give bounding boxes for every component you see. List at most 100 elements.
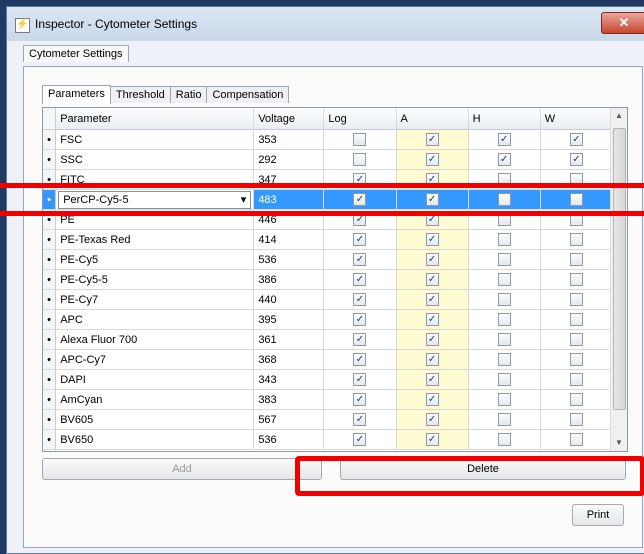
tab-ratio[interactable]: Ratio	[169, 86, 208, 103]
cell-voltage[interactable]: 343	[253, 369, 325, 390]
log-checkbox[interactable]: ✓	[353, 313, 367, 326]
h-checkbox[interactable]	[497, 233, 511, 246]
a-checkbox[interactable]: ✓	[425, 253, 439, 266]
w-checkbox[interactable]	[569, 253, 583, 266]
cell-parameter[interactable]: SSC	[55, 149, 255, 170]
h-checkbox[interactable]	[497, 353, 511, 366]
scroll-down-arrow-icon[interactable]: ▼	[611, 435, 627, 451]
table-row[interactable]: • APC-Cy7 368 ✓ ✓	[43, 349, 614, 370]
a-checkbox[interactable]: ✓	[425, 373, 439, 386]
cell-parameter[interactable]: FSC	[55, 129, 255, 150]
a-checkbox[interactable]: ✓	[425, 353, 439, 366]
row-header-marker[interactable]: •	[43, 209, 57, 230]
cell-parameter[interactable]: AmCyan	[55, 389, 255, 410]
cell-voltage[interactable]: 483	[253, 189, 325, 210]
a-checkbox[interactable]: ✓	[425, 133, 439, 146]
table-row[interactable]: • PE 446 ✓ ✓	[43, 209, 614, 230]
a-checkbox[interactable]: ✓	[425, 193, 439, 206]
dropdown-arrow-icon[interactable]: ▾	[241, 193, 247, 206]
cell-voltage[interactable]: 395	[253, 309, 325, 330]
log-checkbox[interactable]: ✓	[353, 393, 367, 406]
a-checkbox[interactable]: ✓	[425, 233, 439, 246]
cell-parameter[interactable]: PE	[55, 209, 255, 230]
row-header-marker[interactable]: •	[43, 129, 57, 150]
table-row[interactable]: • SSC 292 ✓ ✓ ✓	[43, 149, 614, 170]
log-checkbox[interactable]	[353, 153, 367, 166]
row-header-marker[interactable]: •	[43, 189, 57, 210]
w-checkbox[interactable]	[569, 393, 583, 406]
cell-parameter[interactable]: PE-Cy5	[55, 249, 255, 270]
h-checkbox[interactable]	[497, 213, 511, 226]
cell-voltage[interactable]: 361	[253, 329, 325, 350]
w-checkbox[interactable]	[569, 433, 583, 446]
a-checkbox[interactable]: ✓	[425, 273, 439, 286]
h-checkbox[interactable]	[497, 293, 511, 306]
column-header-parameter[interactable]: Parameter	[55, 108, 255, 130]
log-checkbox[interactable]: ✓	[353, 253, 367, 266]
log-checkbox[interactable]: ✓	[353, 233, 367, 246]
cell-voltage[interactable]: 368	[253, 349, 325, 370]
row-header-marker[interactable]: •	[43, 249, 57, 270]
row-header-marker[interactable]: •	[43, 409, 57, 430]
column-header-a[interactable]: A	[396, 108, 469, 130]
table-row[interactable]: • APC 395 ✓ ✓	[43, 309, 614, 330]
table-row[interactable]: • BV605 567 ✓ ✓	[43, 409, 614, 430]
a-checkbox[interactable]: ✓	[425, 393, 439, 406]
w-checkbox[interactable]	[569, 313, 583, 326]
column-header-log[interactable]: Log	[323, 108, 397, 130]
w-checkbox[interactable]	[569, 333, 583, 346]
cell-parameter[interactable]: PE-Cy7	[55, 289, 255, 310]
table-row[interactable]: • Alexa Fluor 700 361 ✓ ✓	[43, 329, 614, 350]
w-checkbox[interactable]	[569, 373, 583, 386]
column-header-h[interactable]: H	[468, 108, 541, 130]
print-button[interactable]: Print	[572, 504, 624, 526]
tab-threshold[interactable]: Threshold	[109, 86, 171, 103]
log-checkbox[interactable]: ✓	[353, 293, 367, 306]
cell-voltage[interactable]: 440	[253, 289, 325, 310]
log-checkbox[interactable]: ✓	[353, 193, 367, 206]
row-header-marker[interactable]: •	[43, 329, 57, 350]
row-header-marker[interactable]: •	[43, 269, 57, 290]
a-checkbox[interactable]: ✓	[425, 433, 439, 446]
w-checkbox[interactable]	[569, 213, 583, 226]
scroll-up-arrow-icon[interactable]: ▲	[611, 108, 627, 124]
row-header-marker[interactable]: •	[43, 309, 57, 330]
row-header-marker[interactable]: •	[43, 289, 57, 310]
table-row[interactable]: • PE-Cy7 440 ✓ ✓	[43, 289, 614, 310]
table-row[interactable]: • BV650 536 ✓ ✓	[43, 429, 614, 450]
table-row[interactable]: • PE-Cy5-5 386 ✓ ✓	[43, 269, 614, 290]
log-checkbox[interactable]: ✓	[353, 333, 367, 346]
parameter-dropdown[interactable]: PerCP-Cy5-5 ▾	[58, 190, 252, 209]
w-checkbox[interactable]	[569, 233, 583, 246]
cell-voltage[interactable]: 292	[253, 149, 325, 170]
a-checkbox[interactable]: ✓	[425, 213, 439, 226]
close-button[interactable]: ✕	[601, 12, 644, 34]
scroll-thumb[interactable]	[613, 128, 626, 410]
a-checkbox[interactable]: ✓	[425, 173, 439, 186]
w-checkbox[interactable]	[569, 173, 583, 186]
a-checkbox[interactable]: ✓	[425, 153, 439, 166]
table-row[interactable]: • DAPI 343 ✓ ✓	[43, 369, 614, 390]
row-header-marker[interactable]: •	[43, 349, 57, 370]
log-checkbox[interactable]: ✓	[353, 373, 367, 386]
a-checkbox[interactable]: ✓	[425, 333, 439, 346]
cell-parameter[interactable]: PerCP-Cy5-5 ▾	[55, 189, 255, 210]
row-header-marker[interactable]: •	[43, 369, 57, 390]
h-checkbox[interactable]: ✓	[497, 133, 511, 146]
cell-parameter[interactable]: PE-Texas Red	[55, 229, 255, 250]
h-checkbox[interactable]	[497, 173, 511, 186]
log-checkbox[interactable]: ✓	[353, 353, 367, 366]
table-row[interactable]: • PE-Cy5 536 ✓ ✓	[43, 249, 614, 270]
log-checkbox[interactable]: ✓	[353, 273, 367, 286]
table-row[interactable]: • FSC 353 ✓ ✓ ✓	[43, 129, 614, 150]
cell-voltage[interactable]: 353	[253, 129, 325, 150]
cell-parameter[interactable]: DAPI	[55, 369, 255, 390]
row-header-marker[interactable]: •	[43, 169, 57, 190]
log-checkbox[interactable]: ✓	[353, 433, 367, 446]
table-row[interactable]: • AmCyan 383 ✓ ✓	[43, 389, 614, 410]
w-checkbox[interactable]	[569, 293, 583, 306]
h-checkbox[interactable]	[497, 413, 511, 426]
h-checkbox[interactable]	[497, 193, 511, 206]
row-header-marker[interactable]: •	[43, 429, 57, 450]
h-checkbox[interactable]: ✓	[497, 153, 511, 166]
